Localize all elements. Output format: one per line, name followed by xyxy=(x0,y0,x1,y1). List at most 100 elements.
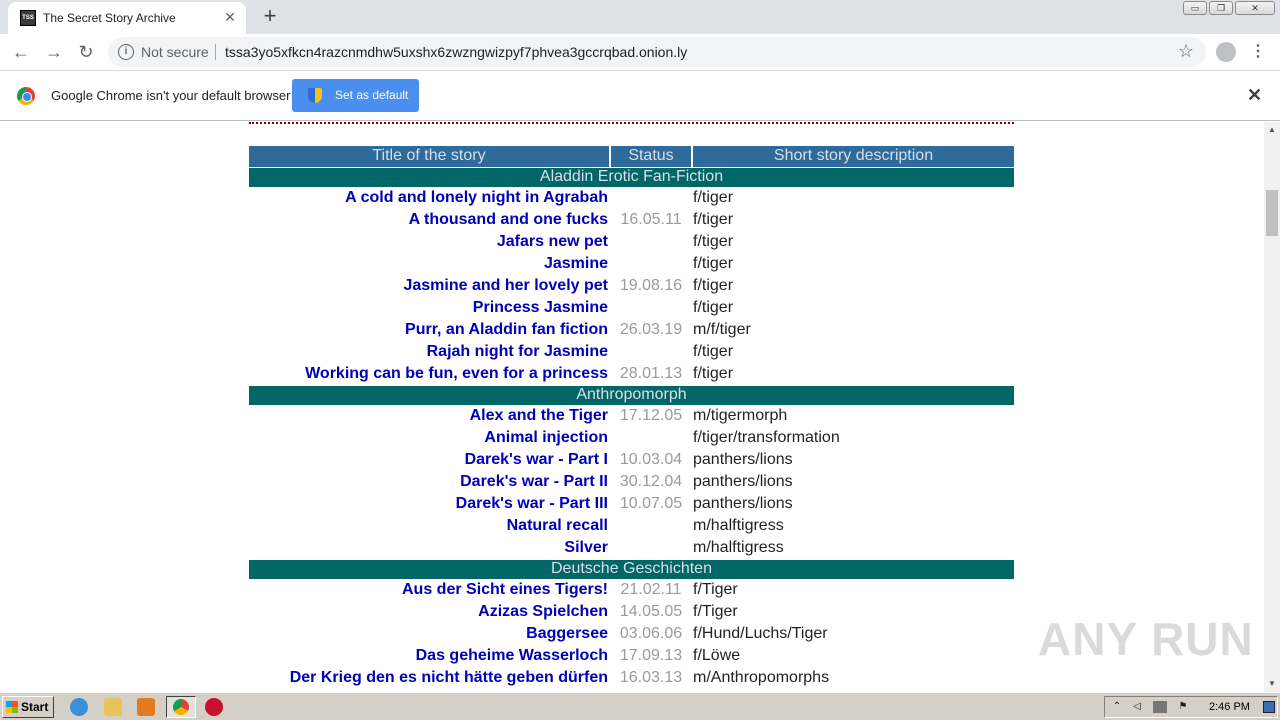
story-title-link[interactable]: Rajah night for Jasmine xyxy=(249,341,610,363)
back-arrow-icon[interactable]: ← xyxy=(9,40,33,64)
star-icon[interactable]: ☆ xyxy=(1178,41,1194,62)
tab-close-icon[interactable]: ✕ xyxy=(222,9,238,25)
story-table: Title of the story Status Short story de… xyxy=(249,146,1014,689)
story-title-link[interactable]: Animal injection xyxy=(249,427,610,449)
story-title-link[interactable]: Darek's war - Part I xyxy=(249,449,610,471)
story-row: Aus der Sicht eines Tigers! 21.02.11 f/Tig… xyxy=(249,579,1014,601)
network-icon[interactable] xyxy=(1153,701,1167,713)
story-status xyxy=(610,297,692,319)
story-row: Darek's war - Part I 10.03.04 panthers/lio… xyxy=(249,449,1014,471)
story-description: f/Tiger xyxy=(693,603,738,620)
story-status xyxy=(610,427,692,449)
tab-title: The Secret Story Archive xyxy=(43,11,176,25)
story-title-link[interactable]: Jasmine xyxy=(249,253,610,275)
tray-expand-icon[interactable]: ⌃ xyxy=(1111,701,1123,713)
story-status: 28.01.13 xyxy=(619,364,683,382)
story-title-link[interactable]: Jafars new pet xyxy=(249,231,610,253)
story-title-link[interactable]: Darek's war - Part II xyxy=(249,471,610,493)
story-title-link[interactable]: Der Krieg den es nicht hätte geben dürfe… xyxy=(249,667,610,689)
vertical-scrollbar[interactable]: ▲ ▼ xyxy=(1264,122,1280,692)
story-title-link[interactable]: Silver xyxy=(249,537,610,559)
window-close-button[interactable]: ✕ xyxy=(1235,1,1275,15)
taskbar: Start ⌃ ◁ ⚑ 2:46 PM xyxy=(0,692,1280,720)
story-row: Baggersee 03.06.06 f/Hund/Luchs/Tiger xyxy=(249,623,1014,645)
set-as-default-button[interactable]: Set as default xyxy=(292,79,419,112)
default-browser-infobar: Google Chrome isn't your default browser… xyxy=(0,70,1280,121)
story-title-link[interactable]: Azizas Spielchen xyxy=(249,601,610,623)
story-title-link[interactable]: Natural recall xyxy=(249,515,610,537)
story-title-link[interactable]: A thousand and one fucks xyxy=(249,209,610,231)
scroll-up-icon[interactable]: ▲ xyxy=(1264,122,1280,138)
story-description: m/Anthropomorphs xyxy=(693,669,830,686)
internet-explorer-icon[interactable] xyxy=(70,698,88,716)
story-status xyxy=(610,231,692,253)
action-center-flag-icon[interactable]: ⚑ xyxy=(1177,701,1189,713)
story-description: f/Hund/Luchs/Tiger xyxy=(693,625,828,642)
set-as-default-label: Set as default xyxy=(335,88,409,102)
story-title-link[interactable]: Baggersee xyxy=(249,623,610,645)
taskbar-clock[interactable]: 2:46 PM xyxy=(1209,701,1250,713)
story-description: f/tiger xyxy=(693,364,734,382)
story-title-link[interactable]: Das geheime Wasserloch xyxy=(249,645,610,667)
minimize-button[interactable]: ▭ xyxy=(1183,1,1207,15)
story-title-link[interactable]: Jasmine and her lovely pet xyxy=(249,275,610,297)
story-status: 10.07.05 xyxy=(619,495,683,512)
info-icon[interactable]: i xyxy=(118,44,134,60)
story-status xyxy=(610,187,692,209)
story-row: Natural recall m/halftigress xyxy=(249,515,1014,537)
start-label: Start xyxy=(21,700,49,714)
scroll-down-icon[interactable]: ▼ xyxy=(1264,676,1280,692)
story-row: Das geheime Wasserloch 17.09.13 f/Löwe xyxy=(249,645,1014,667)
browser-tab[interactable]: TSS The Secret Story Archive ✕ xyxy=(8,2,246,34)
story-description: f/Tiger xyxy=(693,581,738,599)
new-tab-button[interactable]: + xyxy=(258,5,282,29)
menu-dots-icon[interactable]: ⋮ xyxy=(1250,40,1266,64)
story-description: f/tiger xyxy=(693,299,734,316)
not-secure-label[interactable]: Not secure xyxy=(141,44,209,60)
opera-icon[interactable] xyxy=(205,698,223,716)
forward-arrow-icon[interactable]: → xyxy=(42,40,66,64)
story-title-link[interactable]: Darek's war - Part III xyxy=(249,493,610,515)
story-row: A cold and lonely night in Agrabah f/tige… xyxy=(249,187,1014,209)
story-description: f/Löwe xyxy=(693,647,741,664)
media-player-icon[interactable] xyxy=(137,698,155,716)
profile-icon[interactable] xyxy=(1216,42,1236,62)
start-button[interactable]: Start xyxy=(2,696,54,718)
chrome-logo-icon xyxy=(17,87,35,105)
shield-icon xyxy=(308,88,322,103)
show-desktop-icon[interactable] xyxy=(1263,701,1275,713)
volume-icon[interactable]: ◁ xyxy=(1131,701,1143,713)
story-status xyxy=(610,515,692,537)
category-row: Deutsche Geschichten xyxy=(249,558,1014,580)
browser-toolbar: ← → ↻ i Not secure tssa3yo5xfkcn4razcnmd… xyxy=(0,34,1280,70)
story-status: 17.09.13 xyxy=(619,647,683,664)
story-status xyxy=(610,537,692,559)
scrollbar-thumb[interactable] xyxy=(1266,190,1278,236)
file-explorer-icon[interactable] xyxy=(104,698,122,716)
category-row: Anthropomorph xyxy=(249,384,1014,406)
story-title-link[interactable]: Working can be fun, even for a princess xyxy=(249,363,610,385)
story-row: Working can be fun, even for a princess 2… xyxy=(249,363,1014,385)
story-title-link[interactable]: Purr, an Aladdin fan fiction xyxy=(249,319,610,341)
category-heading: Aladdin Erotic Fan-Fiction xyxy=(249,166,1014,188)
story-title-link[interactable]: Alex and the Tiger xyxy=(249,405,610,427)
url-text[interactable]: tssa3yo5xfkcn4razcnmdhw5uxshx6zwzngwizpy… xyxy=(225,44,687,60)
story-row: Jasmine f/tiger xyxy=(249,253,1014,275)
infobar-close-icon[interactable]: ✕ xyxy=(1247,85,1262,106)
story-row: Silver m/halftigress xyxy=(249,537,1014,559)
story-status: 17.12.05 xyxy=(619,407,683,425)
story-status: 19.08.16 xyxy=(619,277,683,294)
chrome-taskbar-button[interactable] xyxy=(166,696,196,718)
header-divider xyxy=(249,122,1014,124)
story-description: f/tiger/transformation xyxy=(693,429,840,446)
story-row: Jasmine and her lovely pet 19.08.16 f/tige… xyxy=(249,275,1014,297)
reload-icon[interactable]: ↻ xyxy=(74,40,98,64)
story-status: 21.02.11 xyxy=(620,581,682,599)
restore-button[interactable]: ❐ xyxy=(1209,1,1233,15)
address-bar[interactable]: i Not secure tssa3yo5xfkcn4razcnmdhw5uxs… xyxy=(108,37,1206,67)
story-title-link[interactable]: A cold and lonely night in Agrabah xyxy=(249,187,610,209)
story-status: 30.12.04 xyxy=(619,473,683,490)
page-viewport: Title of the story Status Short story de… xyxy=(0,122,1264,692)
story-title-link[interactable]: Aus der Sicht eines Tigers! xyxy=(249,579,610,601)
story-title-link[interactable]: Princess Jasmine xyxy=(249,297,610,319)
